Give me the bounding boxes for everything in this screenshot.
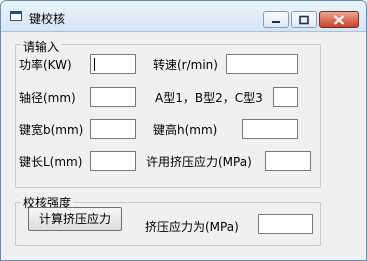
- main-window: 键校核 请输入 功率(KW) 转速(r/min) 轴径(mm) A型1，B型2，…: [0, 0, 367, 261]
- key-length-input[interactable]: [90, 151, 136, 171]
- allowable-stress-input[interactable]: [265, 151, 311, 171]
- power-input[interactable]: [90, 54, 136, 74]
- title-bar[interactable]: 键校核: [1, 1, 366, 32]
- close-button[interactable]: [319, 11, 359, 28]
- key-width-label: 键宽b(mm): [19, 123, 84, 137]
- minimize-button[interactable]: [263, 11, 289, 28]
- maximize-icon: [299, 15, 309, 24]
- calculate-stress-button[interactable]: 计算挤压应力: [28, 207, 122, 231]
- speed-label: 转速(r/min): [153, 58, 218, 72]
- key-height-label: 键高h(mm): [153, 123, 218, 137]
- key-height-input[interactable]: [242, 119, 298, 139]
- window-title: 键校核: [29, 12, 66, 26]
- input-group-legend: 请输入: [21, 38, 62, 55]
- close-icon: [333, 14, 345, 25]
- key-width-input[interactable]: [90, 119, 136, 139]
- result-output[interactable]: [258, 214, 313, 234]
- key-type-input[interactable]: [273, 87, 298, 107]
- minimize-icon: [272, 20, 280, 23]
- app-window-icon: [10, 11, 22, 21]
- speed-input[interactable]: [226, 54, 298, 74]
- form-client-area: 请输入 功率(KW) 转速(r/min) 轴径(mm) A型1，B型2，C型3 …: [9, 32, 358, 252]
- allowable-stress-label: 许用挤压应力(MPa): [146, 155, 252, 169]
- power-label: 功率(KW): [19, 58, 72, 72]
- maximize-button[interactable]: [291, 11, 317, 28]
- result-label: 挤压应力为(MPa): [145, 220, 239, 234]
- key-length-label: 键长L(mm): [19, 155, 83, 169]
- key-type-label: A型1，B型2，C型3: [155, 91, 263, 105]
- shaft-diameter-input[interactable]: [90, 87, 136, 107]
- shaft-diameter-label: 轴径(mm): [19, 91, 76, 105]
- text-caret: [94, 58, 95, 71]
